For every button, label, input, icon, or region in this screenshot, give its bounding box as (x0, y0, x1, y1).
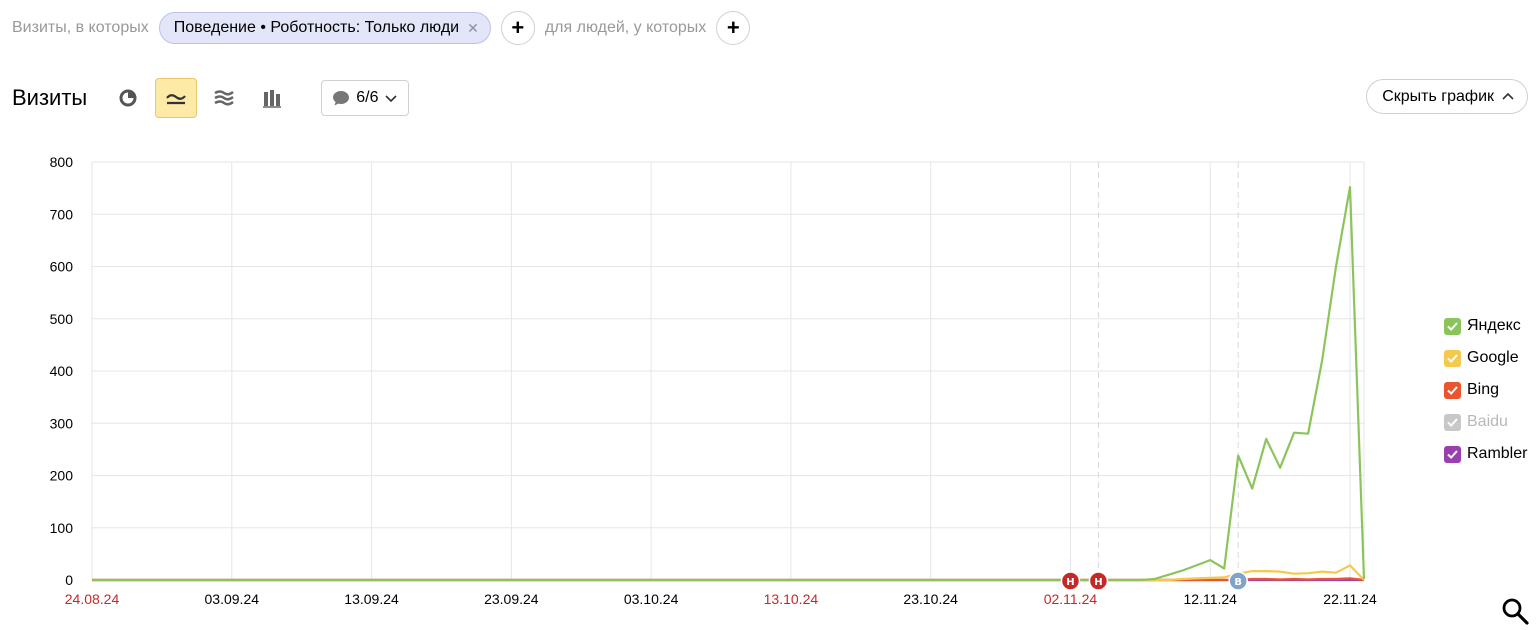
annotation-label: В (1234, 577, 1242, 588)
y-tick-label: 400 (50, 363, 74, 379)
x-tick-label: 23.09.24 (484, 591, 539, 607)
area-chart-icon (214, 90, 235, 106)
pie-chart-button[interactable] (107, 78, 149, 118)
hide-chart-label: Скрыть график (1382, 87, 1494, 105)
line-chart-button[interactable] (155, 78, 198, 118)
visits-line-chart: 0 100 200 300 400 500 600 700 800 24.08.24 03.09.2… (50, 154, 1377, 607)
filter-prefix: Визиты, в которых (12, 19, 149, 36)
x-tick-label: 12.11.24 (1184, 591, 1238, 607)
y-tick-label: 300 (50, 415, 74, 431)
x-tick-label: 13.10.24 (764, 591, 819, 607)
filter-bar: Визиты, в которых Поведение • Роботность… (12, 11, 760, 45)
notes-dropdown[interactable]: 6/6 (321, 80, 410, 116)
legend-item-rambler[interactable]: Rambler (1444, 438, 1527, 470)
x-tick-label: 23.10.24 (903, 591, 958, 607)
legend-item-baidu[interactable]: Baidu (1444, 406, 1527, 438)
chart-title: Визиты (12, 85, 88, 110)
y-tick-label: 100 (50, 520, 74, 536)
segment-filter-chip[interactable]: Поведение • Роботность: Только люди ✕ (158, 12, 491, 44)
legend-item-bing[interactable]: Bing (1444, 374, 1527, 406)
x-tick-label: 13.09.24 (344, 591, 399, 607)
legend-label: Baidu (1467, 413, 1508, 430)
x-tick-label: 03.10.24 (624, 591, 679, 607)
chart-legend: Яндекс Google Bing Baidu Rambler (1444, 310, 1527, 470)
series-line-Яндекс (92, 185, 1366, 582)
notes-count: 6/6 (356, 89, 379, 106)
line-chart-icon (166, 94, 187, 105)
legend-checkbox-rambler[interactable] (1444, 445, 1461, 463)
y-tick-label: 700 (50, 206, 74, 222)
hide-chart-button[interactable]: Скрыть график (1366, 79, 1528, 114)
add-user-condition-button[interactable]: + (716, 11, 751, 45)
legend-label: Google (1467, 349, 1519, 366)
legend-label: Яндекс (1467, 317, 1521, 334)
close-icon[interactable]: ✕ (467, 21, 479, 35)
y-tick-label: 500 (50, 311, 74, 327)
y-tick-label: 200 (50, 468, 74, 484)
legend-checkbox-bing[interactable] (1444, 381, 1461, 399)
annotation-label: Н (1094, 577, 1102, 588)
legend-checkbox-google[interactable] (1444, 349, 1461, 367)
x-tick-label: 22.11.24 (1323, 591, 1377, 607)
legend-item-google[interactable]: Google (1444, 342, 1527, 374)
bar-chart-button[interactable] (251, 78, 293, 118)
chevron-down-icon (385, 95, 398, 103)
pie-chart-icon (119, 89, 137, 107)
segment-filter-label: Поведение • Роботность: Только люди (173, 19, 460, 36)
legend-item-yandex[interactable]: Яндекс (1444, 310, 1527, 342)
legend-checkbox-yandex[interactable] (1444, 317, 1461, 335)
chart-toolbar: Визиты 6/6 (12, 78, 410, 118)
legend-label: Rambler (1467, 445, 1528, 462)
x-tick-label: 24.08.24 (65, 591, 120, 607)
y-tick-label: 0 (65, 572, 73, 588)
search-icon[interactable] (1500, 596, 1530, 626)
annotation-label: Н (1066, 577, 1074, 588)
area-chart-button[interactable] (203, 78, 245, 118)
legend-label: Bing (1467, 381, 1500, 398)
add-visit-condition-button[interactable]: + (500, 11, 535, 45)
bar-chart-icon (263, 90, 282, 108)
y-tick-label: 600 (50, 259, 74, 275)
x-tick-label: 02.11.24 (1044, 591, 1098, 607)
filter-middle: для людей, у которых (544, 19, 707, 36)
y-tick-label: 800 (50, 154, 74, 170)
x-tick-label: 03.09.24 (205, 591, 260, 607)
chevron-up-icon (1502, 92, 1514, 100)
comment-icon (333, 91, 350, 106)
legend-checkbox-baidu[interactable] (1444, 413, 1461, 431)
